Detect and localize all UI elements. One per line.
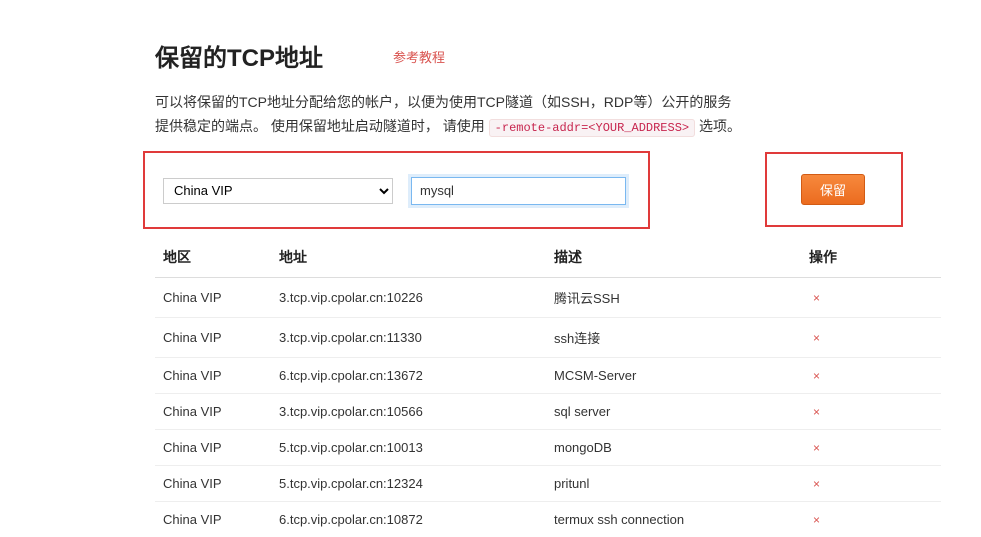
cell-action: × xyxy=(801,429,941,465)
cell-region: China VIP xyxy=(155,357,271,393)
delete-icon[interactable]: × xyxy=(809,331,820,345)
cell-region: China VIP xyxy=(155,465,271,501)
cell-region: China VIP xyxy=(155,277,271,317)
cell-address: 3.tcp.vip.cpolar.cn:10226 xyxy=(271,277,546,317)
table-row: China VIP3.tcp.vip.cpolar.cn:10566sql se… xyxy=(155,393,941,429)
cell-address: 5.tcp.vip.cpolar.cn:10013 xyxy=(271,429,546,465)
cell-action: × xyxy=(801,393,941,429)
cell-region: China VIP xyxy=(155,501,271,537)
cell-description: mongoDB xyxy=(546,429,801,465)
desc-line2-prefix: 提供稳定的端点。 使用保留地址启动隧道时， 请使用 xyxy=(155,118,489,134)
table-row: China VIP5.tcp.vip.cpolar.cn:12324pritun… xyxy=(155,465,941,501)
cell-action: × xyxy=(801,465,941,501)
delete-icon[interactable]: × xyxy=(809,291,820,305)
table-row: China VIP3.tcp.vip.cpolar.cn:10226腾讯云SSH… xyxy=(155,277,941,317)
page-title: 保留的TCP地址 xyxy=(155,38,323,73)
cell-description: termux ssh connection xyxy=(546,501,801,537)
delete-icon[interactable]: × xyxy=(809,513,820,527)
cell-description: 腾讯云SSH xyxy=(546,277,801,317)
table-row: China VIP3.tcp.vip.cpolar.cn:11330ssh连接 × xyxy=(155,317,941,357)
reserve-button[interactable]: 保留 xyxy=(801,174,865,205)
cell-description: ssh连接 xyxy=(546,317,801,357)
delete-icon[interactable]: × xyxy=(809,477,820,491)
cell-address: 3.tcp.vip.cpolar.cn:11330 xyxy=(271,317,546,357)
delete-icon[interactable]: × xyxy=(809,369,820,383)
cell-description: pritunl xyxy=(546,465,801,501)
cell-action: × xyxy=(801,357,941,393)
delete-icon[interactable]: × xyxy=(809,405,820,419)
table-row: China VIP6.tcp.vip.cpolar.cn:13672MCSM-S… xyxy=(155,357,941,393)
cell-address: 6.tcp.vip.cpolar.cn:13672 xyxy=(271,357,546,393)
cell-region: China VIP xyxy=(155,393,271,429)
reserved-addresses-table: 地区 地址 描述 操作 China VIP3.tcp.vip.cpolar.cn… xyxy=(155,237,941,537)
cell-region: China VIP xyxy=(155,317,271,357)
table-row: China VIP5.tcp.vip.cpolar.cn:10013mongoD… xyxy=(155,429,941,465)
cell-description: MCSM-Server xyxy=(546,357,801,393)
cell-action: × xyxy=(801,317,941,357)
delete-icon[interactable]: × xyxy=(809,441,820,455)
highlight-box-inputs: China VIP xyxy=(143,151,650,229)
desc-line2-suffix: 选项。 xyxy=(695,118,741,134)
desc-line1: 可以将保留的TCP地址分配给您的帐户，以便为使用TCP隧道（如SSH，RDP等）… xyxy=(155,94,731,110)
cell-description: sql server xyxy=(546,393,801,429)
table-row: China VIP6.tcp.vip.cpolar.cn:10872termux… xyxy=(155,501,941,537)
th-address: 地址 xyxy=(271,237,546,278)
cell-region: China VIP xyxy=(155,429,271,465)
th-action: 操作 xyxy=(801,237,941,278)
region-select[interactable]: China VIP xyxy=(163,178,393,204)
cell-action: × xyxy=(801,501,941,537)
th-description: 描述 xyxy=(546,237,801,278)
cell-address: 6.tcp.vip.cpolar.cn:10872 xyxy=(271,501,546,537)
highlight-box-button: 保留 xyxy=(765,152,903,227)
cell-action: × xyxy=(801,277,941,317)
reserve-form-row: China VIP 保留 xyxy=(155,151,941,229)
page-description: 可以将保留的TCP地址分配给您的帐户，以便为使用TCP隧道（如SSH，RDP等）… xyxy=(155,91,941,139)
remote-addr-code: -remote-addr=<YOUR_ADDRESS> xyxy=(489,119,695,137)
cell-address: 3.tcp.vip.cpolar.cn:10566 xyxy=(271,393,546,429)
tutorial-link[interactable]: 参考教程 xyxy=(393,47,445,66)
cell-address: 5.tcp.vip.cpolar.cn:12324 xyxy=(271,465,546,501)
th-region: 地区 xyxy=(155,237,271,278)
description-input[interactable] xyxy=(411,177,626,205)
